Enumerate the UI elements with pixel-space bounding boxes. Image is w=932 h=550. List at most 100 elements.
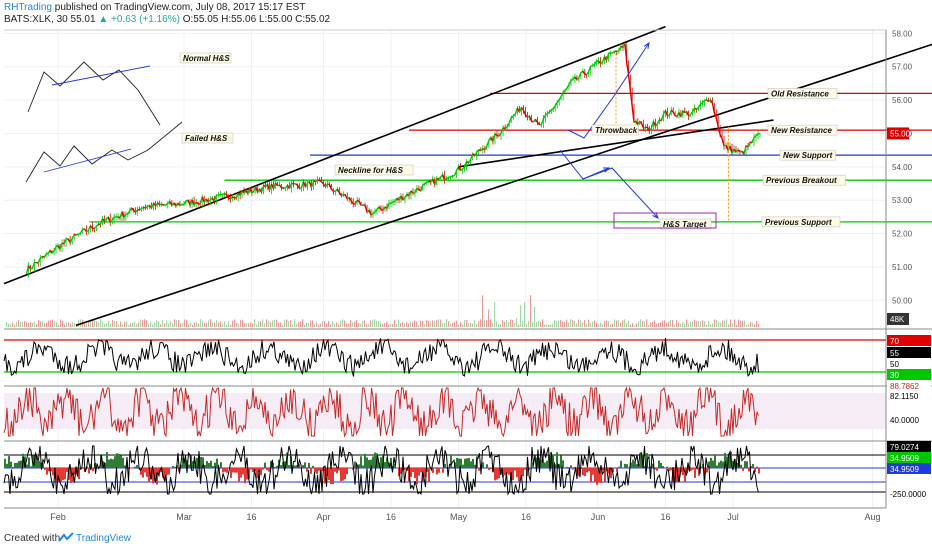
rsi-line	[3, 337, 759, 377]
cci-fill-bar	[440, 467, 442, 468]
stoch-value-1: 88.7862	[890, 382, 919, 391]
volume-bar	[414, 320, 416, 327]
volume-bar	[660, 322, 662, 327]
cci-fill-bar	[380, 457, 382, 468]
volume-bar	[30, 322, 32, 327]
volume-bar	[740, 320, 742, 327]
volume-bar	[520, 305, 522, 327]
volume-bar	[278, 322, 280, 327]
price-chart[interactable]: Old Resistance New Resistance New Support P…	[0, 0, 932, 528]
cci-fill-bar	[568, 467, 570, 468]
volume-bar	[220, 321, 222, 327]
indicator-panes: 70 55 50 30 88.786282.1150 40.0000 79.0274 34.9…	[3, 328, 932, 499]
volume-bar	[300, 321, 302, 327]
volume-bar	[434, 320, 436, 327]
cci-fill-bar	[144, 468, 146, 473]
volume-bar	[250, 322, 252, 327]
volume-bar	[100, 319, 102, 327]
previous-support-label: Previous Support	[765, 218, 832, 227]
cci-fill-bar	[636, 464, 638, 468]
cci-fill-bar	[594, 468, 596, 483]
cci-fill-bar	[64, 468, 66, 480]
volume-bar	[608, 321, 610, 327]
cci-fill-bar	[438, 468, 440, 473]
volume-bar	[392, 324, 394, 327]
volume-bar	[734, 319, 736, 327]
volume-bar	[510, 319, 512, 327]
volume-bar	[272, 320, 274, 327]
cci-fill-bar	[360, 456, 362, 468]
cci-fill-bar	[522, 468, 524, 477]
volume-bar	[492, 323, 494, 327]
cci-fill-bar	[134, 466, 136, 468]
cci-fill-bar	[346, 468, 348, 475]
volume-bar	[724, 320, 726, 327]
cci-fill-bar	[110, 458, 112, 468]
cci-fill-bar	[120, 455, 122, 468]
volume-bar	[494, 301, 496, 327]
volume-bar	[196, 322, 198, 327]
cci-fill-bar	[456, 458, 458, 468]
volume-bar	[168, 323, 170, 327]
volume-bar	[428, 320, 430, 327]
volume-bar	[150, 321, 152, 327]
cci-fill-bar	[746, 461, 748, 468]
volume-bar	[102, 321, 104, 327]
volume-bar	[396, 323, 398, 327]
volume-bar	[478, 321, 480, 327]
cci-fill-bar	[694, 468, 696, 478]
cci-fill-bar	[200, 456, 202, 468]
volume-bar	[384, 323, 386, 327]
cci-fill-bar	[450, 454, 452, 468]
volume-bar	[304, 324, 306, 327]
volume-bar	[206, 322, 208, 327]
normal-hs-label: Normal H&S	[183, 54, 230, 63]
volume-bar	[164, 323, 166, 327]
volume-bar	[512, 320, 514, 327]
x-tick-label: 16	[521, 512, 531, 522]
cci-fill-bar	[546, 460, 548, 468]
volume-bar	[174, 319, 176, 327]
volume-bar	[192, 324, 194, 327]
volume-bar	[94, 319, 96, 327]
volume-bar	[552, 323, 554, 327]
volume-bar	[186, 319, 188, 327]
volume-bar	[472, 323, 474, 327]
cci-fill-bar	[710, 457, 712, 468]
tradingview-brand[interactable]: TradingView	[76, 533, 131, 544]
volume-bar	[332, 321, 334, 327]
cci-value-3: 34.9509	[890, 465, 919, 474]
volume-bar	[556, 320, 558, 327]
volume-bar	[56, 322, 58, 327]
volume-bar	[324, 321, 326, 327]
volume-bar	[236, 323, 238, 327]
volume-bar	[18, 319, 20, 327]
cci-fill-bar	[490, 468, 492, 470]
volume-bar	[684, 323, 686, 327]
cci-fill-bar	[8, 456, 10, 468]
cci-fill-bar	[524, 468, 526, 470]
volume-bar	[28, 323, 30, 327]
volume-bar	[530, 295, 532, 327]
cci-fill-bar	[486, 464, 488, 468]
cci-fill-bar	[280, 465, 282, 468]
cci-fill-bar	[410, 468, 412, 477]
volume-bar	[78, 319, 80, 327]
volume-bar	[292, 324, 294, 327]
volume-bar	[170, 321, 172, 327]
volume-bar	[410, 321, 412, 327]
volume-bar	[394, 319, 396, 327]
volume-bar	[752, 322, 754, 327]
volume-bar	[216, 320, 218, 327]
y-tick-label: 51.00	[892, 263, 913, 272]
volume-bar	[418, 324, 420, 327]
volume-bar	[454, 322, 456, 327]
volume-bar	[504, 321, 506, 327]
volume-bar	[540, 321, 542, 327]
volume-bar	[270, 322, 272, 327]
volume-bar	[96, 321, 98, 327]
volume-bar	[134, 321, 136, 327]
cci-fill-bar	[340, 468, 342, 482]
volume-bar	[444, 323, 446, 327]
volume-bar	[666, 323, 668, 327]
